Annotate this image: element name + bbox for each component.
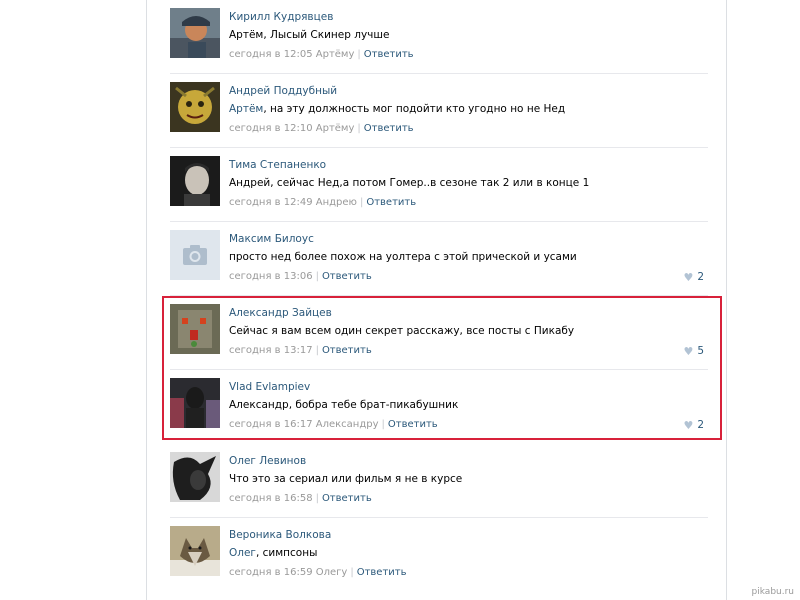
- camera-icon: [170, 230, 220, 280]
- comment-meta: сегодня в 16:59 Олегу | Ответить: [229, 567, 407, 578]
- avatar[interactable]: [170, 230, 220, 280]
- highlight-box: [162, 296, 722, 440]
- comment-item: Кирилл Кудрявцев Артём, Лысый Скинер луч…: [168, 0, 708, 74]
- comment-text: Олег, симпсоны: [229, 547, 317, 559]
- comment-text: Что это за сериал или фильм я не в курсе: [229, 473, 463, 485]
- comment-meta: сегодня в 12:10 Артёму | Ответить: [229, 123, 414, 134]
- comment-item: Тима Степаненко Андрей, сейчас Нед,а пот…: [168, 148, 708, 222]
- page-frame: Кирилл Кудрявцев Артём, Лысый Скинер луч…: [0, 0, 800, 600]
- comment-time[interactable]: сегодня в 16:58: [229, 493, 313, 504]
- reply-button[interactable]: Ответить: [322, 493, 372, 504]
- comment-text: Артём, Лысый Скинер лучше: [229, 29, 390, 41]
- comment-text: Андрей, сейчас Нед,а потом Гомер..в сезо…: [229, 177, 590, 189]
- comment-meta: сегодня в 12:05 Артёму | Ответить: [229, 49, 414, 60]
- meta-divider: |: [357, 123, 361, 134]
- comment-item: Максим Билоус просто нед более похож на …: [168, 222, 708, 296]
- comment-mention[interactable]: Артём: [229, 103, 263, 115]
- meta-divider: |: [315, 493, 319, 504]
- avatar[interactable]: [170, 82, 220, 132]
- heart-icon: ♥: [683, 270, 694, 284]
- comment-reply-to[interactable]: Артёму: [316, 123, 355, 134]
- reply-button[interactable]: Ответить: [364, 123, 414, 134]
- comment-author[interactable]: Кирилл Кудрявцев: [229, 11, 333, 23]
- reply-button[interactable]: Ответить: [322, 271, 372, 282]
- reply-button[interactable]: Ответить: [357, 567, 407, 578]
- reply-button[interactable]: Ответить: [366, 197, 416, 208]
- comment-reply-to[interactable]: Андрею: [316, 197, 357, 208]
- comment-author[interactable]: Максим Билоус: [229, 233, 314, 245]
- comment-meta: сегодня в 13:06 | Ответить: [229, 271, 372, 282]
- comment-time[interactable]: сегодня в 16:59: [229, 567, 313, 578]
- avatar[interactable]: [170, 526, 220, 576]
- comment-reply-to[interactable]: Артёму: [316, 49, 355, 60]
- meta-divider: |: [315, 271, 319, 282]
- avatar[interactable]: [170, 8, 220, 58]
- comment-mention[interactable]: Олег: [229, 547, 256, 559]
- comment-text-body: , на эту должность мог подойти кто угодн…: [263, 103, 566, 115]
- comment-item: Андрей Поддубный Артём, на эту должность…: [168, 74, 708, 148]
- avatar[interactable]: [170, 452, 220, 502]
- comment-meta: сегодня в 12:49 Андрею | Ответить: [229, 197, 416, 208]
- comment-time[interactable]: сегодня в 12:10: [229, 123, 313, 134]
- like-button[interactable]: ♥ 2: [683, 271, 704, 283]
- avatar[interactable]: [170, 156, 220, 206]
- comment-author[interactable]: Олег Левинов: [229, 455, 306, 467]
- reply-button[interactable]: Ответить: [364, 49, 414, 60]
- comment-time[interactable]: сегодня в 12:05: [229, 49, 313, 60]
- comment-time[interactable]: сегодня в 13:06: [229, 271, 313, 282]
- meta-divider: |: [357, 49, 361, 60]
- meta-divider: |: [350, 567, 354, 578]
- comment-text-body: , симпсоны: [255, 547, 318, 559]
- comment-author[interactable]: Тима Степаненко: [229, 159, 326, 171]
- comment-text: Артём, на эту должность мог подойти кто …: [229, 103, 565, 115]
- comment-reply-to[interactable]: Олегу: [316, 567, 348, 578]
- comment-item: Олег Левинов Что это за сериал или фильм…: [168, 444, 708, 518]
- watermark: pikabu.ru: [751, 587, 794, 597]
- comment-author[interactable]: Андрей Поддубный: [229, 85, 337, 97]
- comment-author[interactable]: Вероника Волкова: [229, 529, 331, 541]
- comment-meta: сегодня в 16:58 | Ответить: [229, 493, 372, 504]
- comment-text: просто нед более похож на уолтера с этой…: [229, 251, 577, 263]
- like-count: 2: [697, 271, 704, 283]
- meta-divider: |: [359, 197, 364, 208]
- comment-time[interactable]: сегодня в 12:49: [229, 197, 313, 208]
- comment-item: Вероника Волкова Олег, симпсоны сегодня …: [168, 518, 708, 592]
